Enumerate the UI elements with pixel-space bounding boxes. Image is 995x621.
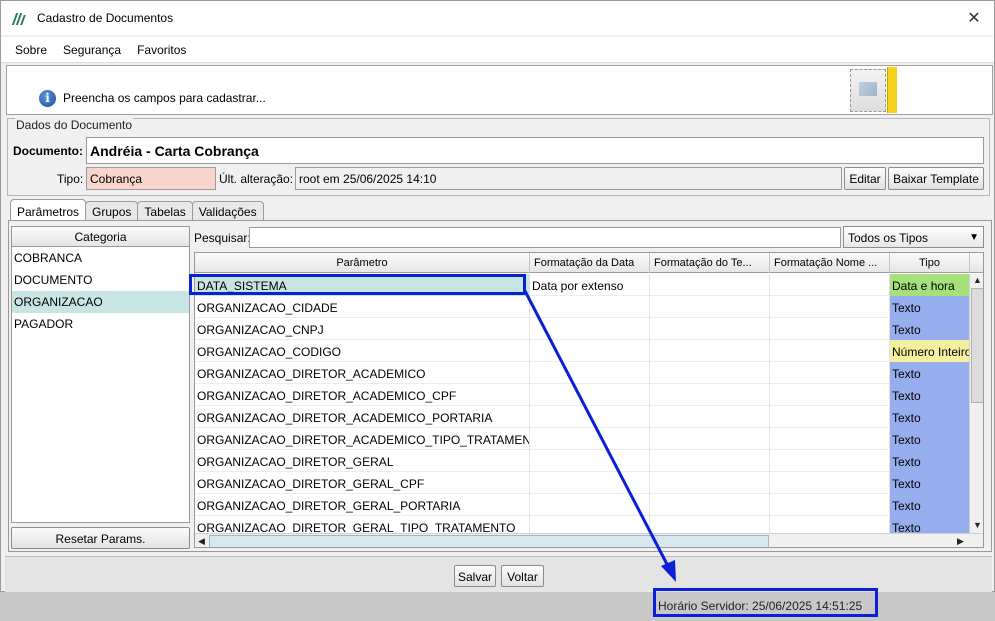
annotation-arrow xyxy=(523,290,676,582)
